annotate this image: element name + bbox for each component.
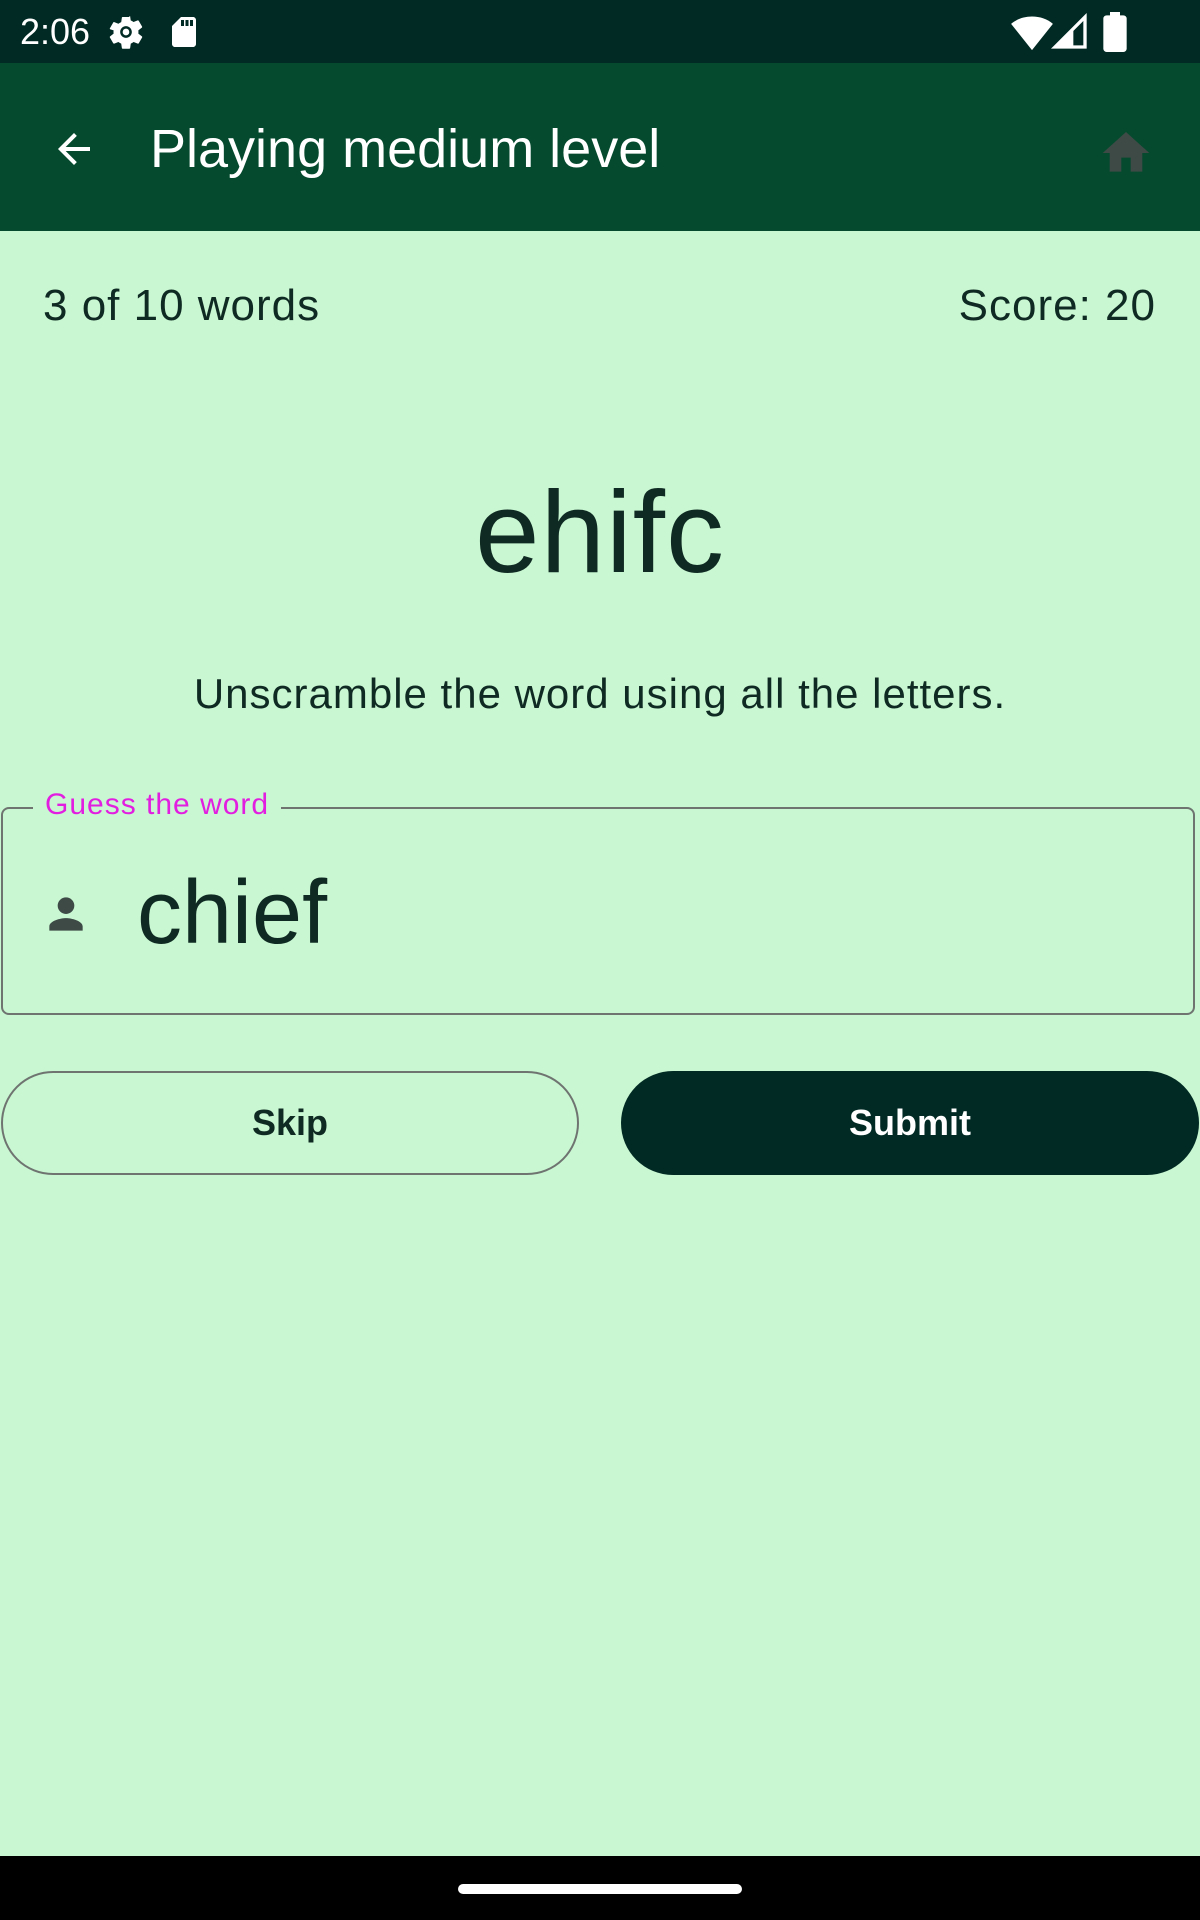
arrow-back-icon	[58, 133, 90, 165]
word-progress: 3 of 10 words	[43, 281, 321, 330]
score-display: Score: 20	[958, 281, 1156, 330]
battery-icon	[1103, 12, 1127, 52]
guess-input[interactable]	[137, 853, 1167, 973]
guess-field-label: Guess the word	[33, 785, 282, 825]
guess-text-field[interactable]: Guess the word	[1, 785, 1195, 1015]
person-icon	[49, 897, 83, 931]
skip-button[interactable]: Skip	[1, 1071, 579, 1175]
signal-icon	[1050, 12, 1087, 49]
navigation-bar	[0, 1856, 1200, 1920]
back-button[interactable]	[38, 113, 110, 185]
scrambled-word: ehifc	[474, 467, 726, 597]
app-bar: Playing medium level	[0, 63, 1200, 231]
instructions-text: Unscramble the word using all the letter…	[193, 670, 1007, 717]
sd-card-icon	[172, 17, 196, 47]
home-icon	[1102, 132, 1150, 172]
submit-button[interactable]: Submit	[621, 1071, 1199, 1175]
home-gesture-handle[interactable]	[458, 1884, 742, 1894]
home-button[interactable]	[1090, 117, 1162, 189]
settings-gear-icon	[109, 16, 143, 49]
status-time: 2:06	[20, 11, 91, 52]
page-title: Playing medium level	[150, 119, 661, 179]
status-bar: 2:06	[0, 0, 1200, 63]
wifi-icon	[1011, 16, 1053, 51]
